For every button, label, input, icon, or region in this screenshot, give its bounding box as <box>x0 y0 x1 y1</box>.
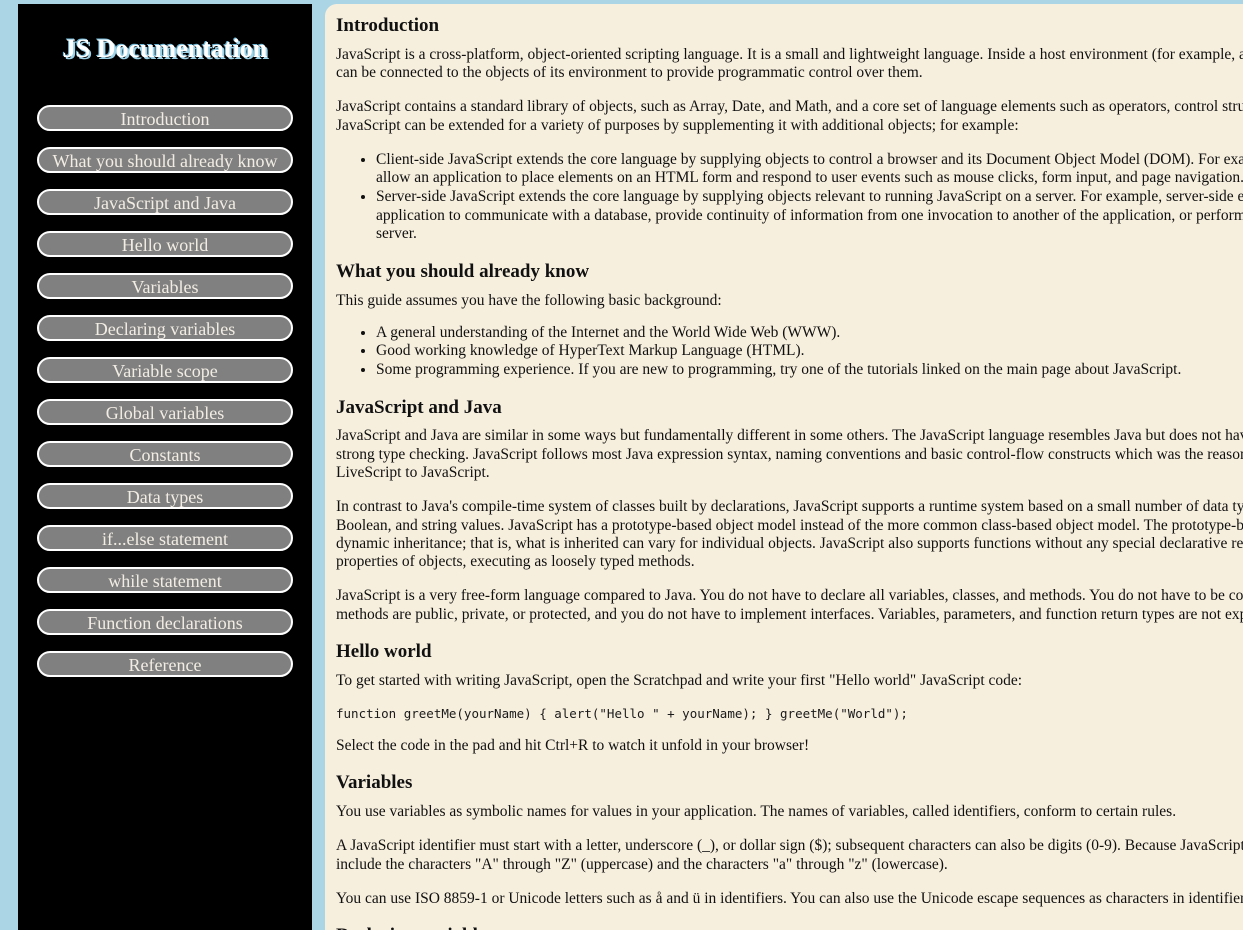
heading-variables: Variables <box>336 772 413 794</box>
sidebar-link-introduction[interactable]: Introduction <box>37 104 293 131</box>
heading-what-you-should-already-know: What you should already know <box>336 260 590 282</box>
paragraph-variables-2: A JavaScript identifier must start with … <box>336 837 1243 873</box>
sidebar-link-function-declarations[interactable]: Function declarations <box>37 608 293 635</box>
list-item: Server-side JavaScript extends the core … <box>376 188 1243 244</box>
paragraph-hello-world-outro: Select the code in the pad and hit Ctrl+… <box>336 736 810 754</box>
main-content-inner: Introduction JavaScript is a cross-platf… <box>325 4 1243 930</box>
sidebar-link-global-variables[interactable]: Global variables <box>37 398 293 425</box>
nav-item-function-declarations: Function declarations <box>18 608 312 635</box>
sidebar-title: JS Documentation <box>62 34 268 63</box>
section-declaring-variables: Declaring variables <box>336 924 1243 930</box>
section-variables: Variables You use variables as symbolic … <box>336 771 1243 908</box>
page-root: JS Documentation Introduction What you s… <box>0 0 1243 930</box>
paragraph-js-java-1: JavaScript and Java are similar in some … <box>336 427 1243 481</box>
list-item: Good working knowledge of HyperText Mark… <box>376 342 1243 361</box>
sidebar-navigation: JS Documentation Introduction What you s… <box>18 4 312 930</box>
nav-item-introduction: Introduction <box>18 104 312 131</box>
paragraph-hello-world-intro: To get started with writing JavaScript, … <box>336 671 1023 689</box>
sidebar-link-hello-world[interactable]: Hello world <box>37 230 293 257</box>
nav-item-constants: Constants <box>18 440 312 467</box>
sidebar-link-what-you-should-already-know[interactable]: What you should already know <box>37 146 293 173</box>
paragraph-intro-1: JavaScript is a cross-platform, object-o… <box>336 45 1243 82</box>
paragraph-js-java-2: In contrast to Java's compile-time syste… <box>336 498 1243 571</box>
list-prerequisites: A general understanding of the Internet … <box>336 324 1243 380</box>
heading-hello-world: Hello world <box>336 640 432 662</box>
sidebar-link-variables[interactable]: Variables <box>37 272 293 299</box>
nav-item-global-variables: Global variables <box>18 398 312 425</box>
heading-declaring-variables: Declaring variables <box>336 924 1243 930</box>
paragraph-variables-3: You can use ISO 8859-1 or Unicode letter… <box>336 889 1243 907</box>
sidebar-link-while-statement[interactable]: while statement <box>37 566 293 593</box>
section-hello-world: Hello world To get started with writing … <box>336 640 1243 755</box>
section-javascript-and-java: JavaScript and Java JavaScript and Java … <box>336 396 1243 624</box>
list-item: Client-side JavaScript extends the core … <box>376 151 1243 188</box>
nav-item-hello-world: Hello world <box>18 230 312 257</box>
sidebar-link-data-types[interactable]: Data types <box>37 482 293 509</box>
heading-introduction: Introduction <box>336 15 440 36</box>
nav-item-declaring-variables: Declaring variables <box>18 314 312 341</box>
nav-item-what-you-should-already-know: What you should already know <box>18 146 312 173</box>
sidebar-link-declaring-variables[interactable]: Declaring variables <box>37 314 293 341</box>
section-introduction: Introduction JavaScript is a cross-platf… <box>336 14 1243 244</box>
section-what-you-should-already-know: What you should already know This guide … <box>336 260 1243 380</box>
nav-item-data-types: Data types <box>18 482 312 509</box>
sidebar-link-if-else-statement[interactable]: if...else statement <box>37 524 293 551</box>
sidebar-link-reference[interactable]: Reference <box>37 650 293 677</box>
sidebar-link-constants[interactable]: Constants <box>37 440 293 467</box>
nav-item-variables: Variables <box>18 272 312 299</box>
sidebar-nav-list: Introduction What you should already kno… <box>18 104 312 677</box>
nav-item-while-statement: while statement <box>18 566 312 593</box>
nav-item-javascript-and-java: JavaScript and Java <box>18 188 312 215</box>
code-block-greetme: function greetMe(yourName) { alert("Hell… <box>336 705 908 721</box>
nav-item-if-else-statement: if...else statement <box>18 524 312 551</box>
paragraph-intro-2: JavaScript contains a standard library o… <box>336 98 1243 134</box>
heading-javascript-and-java: JavaScript and Java <box>336 396 502 418</box>
list-introduction-extensions: Client-side JavaScript extends the core … <box>336 151 1243 244</box>
sidebar-link-variable-scope[interactable]: Variable scope <box>37 356 293 383</box>
main-content: Introduction JavaScript is a cross-platf… <box>325 4 1243 930</box>
paragraph-variables-1: You use variables as symbolic names for … <box>336 803 1177 820</box>
sidebar-link-javascript-and-java[interactable]: JavaScript and Java <box>37 188 293 215</box>
list-item: A general understanding of the Internet … <box>376 324 1243 343</box>
nav-item-reference: Reference <box>18 650 312 677</box>
list-item: Some programming experience. If you are … <box>376 361 1243 380</box>
paragraph-prerequisites-intro: This guide assumes you have the followin… <box>336 291 722 309</box>
nav-item-variable-scope: Variable scope <box>18 356 312 383</box>
paragraph-js-java-3: JavaScript is a very free-form language … <box>336 587 1243 623</box>
